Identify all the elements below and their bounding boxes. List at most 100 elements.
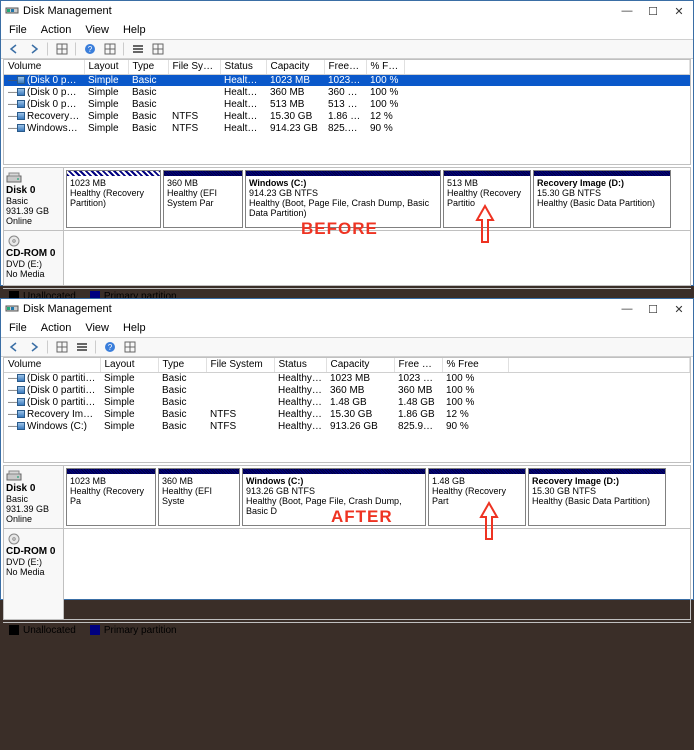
app-icon [5,4,19,18]
col-blank[interactable] [404,60,690,74]
help-button[interactable]: ? [81,41,99,57]
vol-pct: 12 % [366,110,404,122]
table-row[interactable]: —(Disk 0 partition 1) Simple Basic Healt… [4,372,690,384]
menu-view[interactable]: View [85,24,109,36]
col-4[interactable]: Status [220,60,266,74]
view1-button[interactable] [53,339,71,355]
extra1-button[interactable] [129,41,147,57]
vol-layout: Simple [100,372,158,384]
props-button[interactable] [101,41,119,57]
table-row[interactable]: —(Disk 0 partition 5) Simple Basic Healt… [4,98,690,110]
col-3[interactable]: File System [206,358,274,372]
table-row[interactable]: —(Disk 0 partition 1) Simple Basic Healt… [4,74,690,86]
disk-row: Disk 0 Basic 931.39 GB Online 1023 MB He… [4,168,690,231]
maximize-button[interactable]: ☐ [643,3,663,19]
disk-type: Basic [6,494,61,504]
vol-capacity: 360 MB [266,86,324,98]
partition-block[interactable]: Recovery Image (D:) 15.30 GB NTFS Health… [528,468,666,526]
col-7[interactable]: % Free [366,60,404,74]
partition-block[interactable]: 360 MB Healthy (EFI Syste [158,468,240,526]
col-2[interactable]: Type [128,60,168,74]
disk-state: No Media [6,269,61,279]
table-row[interactable]: —Recovery Image (D:) Simple Basic NTFS H… [4,408,690,420]
menu-help[interactable]: Help [123,24,146,36]
close-button[interactable]: ✕ [669,3,689,19]
partition-block[interactable]: Windows (C:) 913.26 GB NTFS Healthy (Boo… [242,468,426,526]
col-7[interactable]: % Free [442,358,508,372]
maximize-button[interactable]: ☐ [643,301,663,317]
menu-view[interactable]: View [85,322,109,334]
col-6[interactable]: Free Spa... [324,60,366,74]
partition-block[interactable]: 1023 MB Healthy (Recovery Partition) [66,170,161,228]
table-row[interactable]: —(Disk 0 partition 5) Simple Basic Healt… [4,396,690,408]
disk-map: Disk 0 Basic 931.39 GB Online 1023 MB He… [3,465,691,620]
disk-header[interactable]: Disk 0 Basic 931.39 GB Online [4,466,64,528]
minimize-button[interactable]: — [617,301,637,317]
vol-fs [206,396,274,408]
close-button[interactable]: ✕ [669,301,689,317]
vol-type: Basic [158,372,206,384]
legend-primary-swatch [90,625,100,635]
back-button[interactable] [5,339,23,355]
forward-button[interactable] [25,339,43,355]
title-bar[interactable]: Disk Management — ☐ ✕ [1,299,693,319]
vol-status: Healthy (E... [274,384,326,396]
partition-block[interactable]: 360 MB Healthy (EFI System Par [163,170,243,228]
disk-header[interactable]: Disk 0 Basic 931.39 GB Online [4,168,64,230]
disk-header[interactable]: CD-ROM 0 DVD (E:) No Media [4,231,64,285]
menu-help[interactable]: Help [123,322,146,334]
vol-capacity: 1023 MB [326,372,394,384]
col-6[interactable]: Free Spa... [394,358,442,372]
part-size: 15.30 GB NTFS [537,188,667,198]
partition-block[interactable]: 1023 MB Healthy (Recovery Pa [66,468,156,526]
col-0[interactable]: Volume [4,60,84,74]
back-button[interactable] [5,41,23,57]
col-4[interactable]: Status [274,358,326,372]
disk-state: No Media [6,567,61,577]
col-5[interactable]: Capacity [266,60,324,74]
table-row[interactable]: —Windows (C:) Simple Basic NTFS Healthy … [4,420,690,432]
part-title: Windows (C:) [246,476,422,486]
extra2-button[interactable] [149,41,167,57]
partition-block[interactable]: Windows (C:) 914.23 GB NTFS Healthy (Boo… [245,170,441,228]
minimize-button[interactable]: — [617,3,637,19]
part-title: Recovery Image (D:) [537,178,667,188]
title-bar[interactable]: Disk Management — ☐ ✕ [1,1,693,21]
props-button[interactable] [121,339,139,355]
partition-block[interactable]: 513 MB Healthy (Recovery Partitio [443,170,531,228]
table-row[interactable]: —Windows (C:) Simple Basic NTFS Healthy … [4,122,690,134]
partition-block[interactable]: Recovery Image (D:) 15.30 GB NTFS Health… [533,170,671,228]
table-row[interactable]: —(Disk 0 partition 2) Simple Basic Healt… [4,86,690,98]
col-5[interactable]: Capacity [326,358,394,372]
vol-fs [206,372,274,384]
menu-action[interactable]: Action [41,24,72,36]
col-0[interactable]: Volume [4,358,100,372]
legend-unallocated-swatch [9,625,19,635]
menu-file[interactable]: File [9,322,27,334]
view2-button[interactable] [73,339,91,355]
volumes-list[interactable]: VolumeLayoutTypeFile SystemStatusCapacit… [3,357,691,463]
col-3[interactable]: File System [168,60,220,74]
col-2[interactable]: Type [158,358,206,372]
vol-name: Windows (C:) [27,421,87,432]
vol-name: (Disk 0 partition 2) [27,385,100,396]
before-panel: Disk Management — ☐ ✕ File Action View Help… [0,0,694,286]
forward-button[interactable] [25,41,43,57]
partition-block[interactable]: 1.48 GB Healthy (Recovery Part [428,468,526,526]
table-row[interactable]: —Recovery Image (D:) Simple Basic NTFS H… [4,110,690,122]
volumes-list[interactable]: VolumeLayoutTypeFile SystemStatusCapacit… [3,59,691,165]
menu-action[interactable]: Action [41,322,72,334]
vol-free: 825.97 GB [394,420,442,432]
disk-map: Disk 0 Basic 931.39 GB Online 1023 MB He… [3,167,691,286]
disk-header[interactable]: CD-ROM 0 DVD (E:) No Media [4,529,64,619]
vol-layout: Simple [84,122,128,134]
toolbar: ? [1,337,693,357]
col-1[interactable]: Layout [100,358,158,372]
part-status: Healthy (Recovery Partitio [447,188,527,208]
col-1[interactable]: Layout [84,60,128,74]
menu-file[interactable]: File [9,24,27,36]
view1-button[interactable] [53,41,71,57]
col-blank[interactable] [508,358,690,372]
table-row[interactable]: —(Disk 0 partition 2) Simple Basic Healt… [4,384,690,396]
help-button[interactable]: ? [101,339,119,355]
